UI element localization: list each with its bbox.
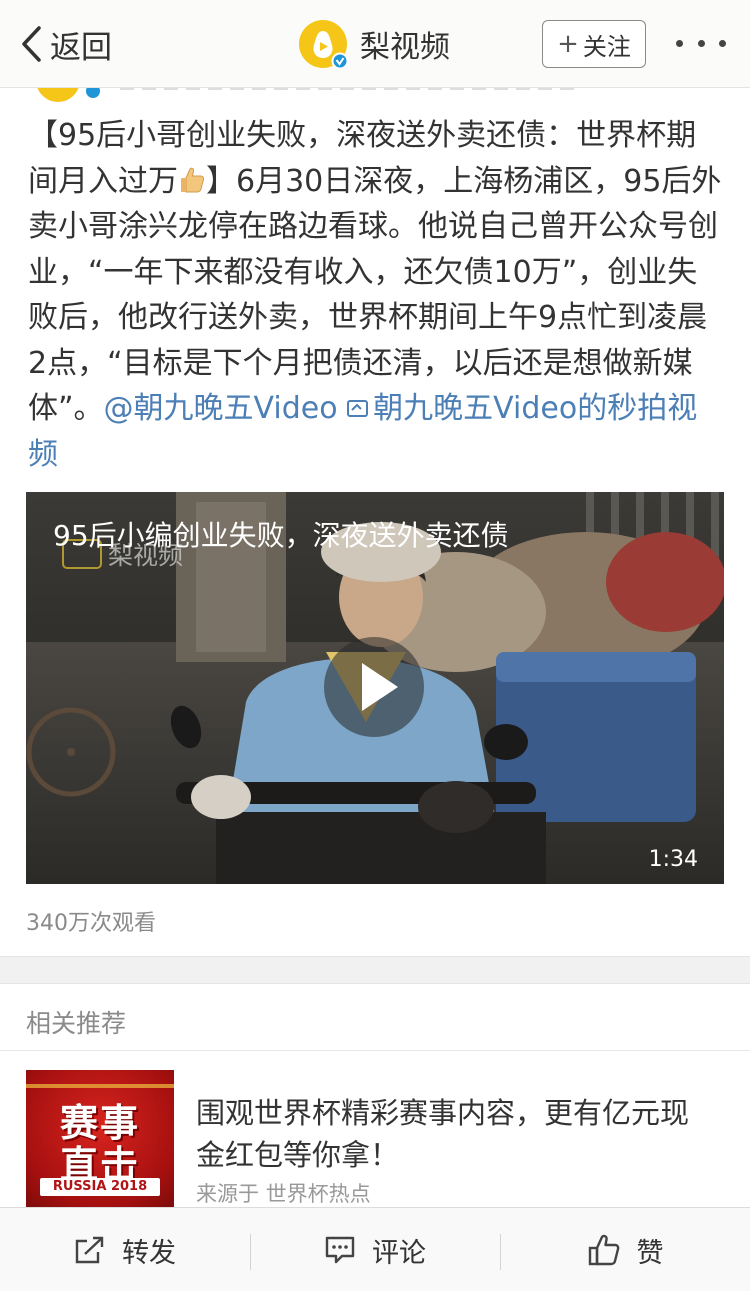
avatar[interactable] [298, 19, 349, 70]
thumbs-up-icon [181, 167, 205, 192]
comment-icon [325, 1236, 355, 1264]
related-item-headline[interactable]: 围观世界杯精彩赛事内容，更有亿元现金红包等你拿！ [196, 1092, 696, 1176]
like-label: 赞 [636, 1237, 664, 1269]
plus-icon: + [557, 29, 579, 59]
play-button-icon[interactable] [324, 637, 424, 737]
follow-button[interactable]: + 关注 [542, 20, 646, 68]
related-item-thumbnail[interactable]: 赛事 直击 RUSSIA 2018 [26, 1070, 174, 1210]
video-title: 95后小编创业失败，深夜送外卖还债 [53, 519, 509, 552]
comment-label: 评论 [372, 1237, 426, 1269]
thumbnail-badge: RUSSIA 2018 [40, 1178, 160, 1196]
divider [0, 1050, 750, 1051]
related-item-source: 来源于 世界杯热点 [196, 1182, 371, 1206]
related-section-title: 相关推荐 [26, 1009, 127, 1038]
thumbs-up-outline-icon [588, 1234, 619, 1266]
scrolled-author-row [0, 88, 750, 102]
like-button[interactable]: 赞 [500, 1208, 750, 1292]
back-button[interactable]: 返回 [20, 22, 112, 66]
more-dots-icon[interactable] [676, 40, 726, 50]
video-player[interactable]: 梨视频 95后小编创业失败，深夜送外卖还债 1:34 [26, 492, 724, 884]
related-item[interactable]: 赛事 直击 RUSSIA 2018 围观世界杯精彩赛事内容，更有亿元现金红包等你… [26, 1070, 726, 1210]
mention-link[interactable]: @朝九晚五Video [104, 391, 338, 426]
comment-button[interactable]: 评论 [250, 1208, 500, 1292]
post-body: 】6月30日深夜，上海杨浦区，95后外卖小哥涂兴龙停在路边看球。他说自己曾开公众… [28, 163, 722, 427]
follow-label: 关注 [582, 32, 631, 61]
section-divider [0, 956, 750, 984]
repost-icon [75, 1236, 104, 1264]
top-nav-bar: 返回 梨视频 + 关注 [0, 0, 750, 88]
post-text: 【95后小哥创业失败，深夜送外卖还债：世界杯期间月入过万 】6月30日深夜，上海杨… [28, 113, 722, 477]
view-count: 340万次观看 [26, 911, 156, 936]
chevron-left-icon [22, 26, 41, 62]
repost-label: 转发 [122, 1237, 176, 1269]
account-header[interactable]: 梨视频 [298, 19, 450, 70]
video-link-icon[interactable] [347, 398, 373, 420]
pear-logo-icon [299, 20, 349, 70]
back-label: 返回 [50, 29, 112, 66]
account-name[interactable]: 梨视频 [360, 22, 450, 66]
repost-button[interactable]: 转发 [0, 1208, 250, 1292]
bottom-action-bar: 转发 评论 赞 [0, 1207, 750, 1291]
video-duration: 1:34 [648, 847, 698, 872]
